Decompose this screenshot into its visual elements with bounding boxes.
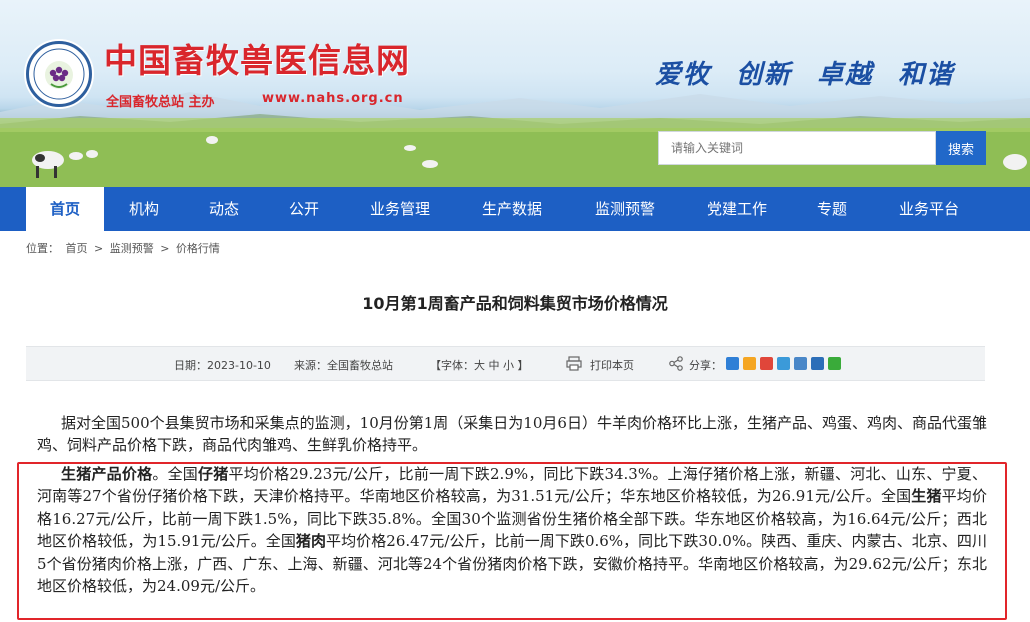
highlight-box [17,462,1007,620]
breadcrumb-item-home[interactable]: 首页 [66,242,88,255]
breadcrumb: 位置： 首页 > 监测预警 > 价格行情 [26,240,223,256]
nav-item-institution[interactable]: 机构 [104,187,184,231]
main-nav: 首页 机构 动态 公开 业务管理 生产数据 监测预警 党建工作 专题 业务平台 [0,187,1030,231]
share-label: 分享： [689,359,722,372]
article-source: 来源：全国畜牧总站 [294,359,393,372]
nav-item-public[interactable]: 公开 [264,187,344,231]
nav-item-news[interactable]: 动态 [184,187,264,231]
article-paragraph-intro: 据对全国500个县集贸市场和采集点的监测，10月份第1周（采集日为10月6日）牛… [37,414,987,455]
font-size-control[interactable]: 【字体：大 中 小 】 [430,357,529,373]
breadcrumb-separator: > [94,242,104,255]
breadcrumb-separator: > [160,242,170,255]
nav-item-business-platform[interactable]: 业务平台 [872,187,986,231]
site-banner: 中国畜牧兽医信息网 全国畜牧总站 主办 www.nahs.org.cn 爱牧 创… [0,0,1030,187]
nav-item-party-building[interactable]: 党建工作 [682,187,792,231]
nav-item-monitoring[interactable]: 监测预警 [568,187,682,231]
share-kaixin-icon[interactable] [811,357,824,370]
print-icon[interactable] [566,356,582,371]
share-icon [669,356,683,371]
logo-seal-icon[interactable] [26,41,92,107]
share-more-icon[interactable] [726,357,739,370]
site-slogan: 爱牧 创新 卓越 和谐 [655,60,955,90]
share-renren-icon[interactable] [794,357,807,370]
logo-emblem-icon [33,48,85,100]
breadcrumb-item-prices[interactable]: 价格行情 [176,242,220,255]
article-date: 日期：2023-10-10 [174,359,271,372]
print-link[interactable]: 打印本页 [590,357,634,373]
share-wechat-icon[interactable] [828,357,841,370]
share-qzone-icon[interactable] [743,357,756,370]
nav-item-special-topics[interactable]: 专题 [792,187,872,231]
site-organizer: 全国畜牧总站 主办 [106,95,215,110]
nav-item-production-data[interactable]: 生产数据 [456,187,568,231]
article-title: 10月第1周畜产品和饲料集贸市场价格情况 [362,294,668,313]
site-title[interactable]: 中国畜牧兽医信息网 [104,44,410,77]
share-weibo-icon[interactable] [760,357,773,370]
search-input[interactable] [658,131,936,165]
share-tencent-weibo-icon[interactable] [777,357,790,370]
article-meta-bar: 日期：2023-10-10 来源：全国畜牧总站 【字体：大 中 小 】 打印本页… [26,346,985,381]
nav-item-home[interactable]: 首页 [26,187,104,231]
site-url: www.nahs.org.cn [262,91,404,106]
breadcrumb-item-monitoring[interactable]: 监测预警 [110,242,154,255]
search-button[interactable]: 搜索 [936,131,986,165]
breadcrumb-prefix: 位置： [26,242,59,255]
nav-item-business-management[interactable]: 业务管理 [344,187,456,231]
